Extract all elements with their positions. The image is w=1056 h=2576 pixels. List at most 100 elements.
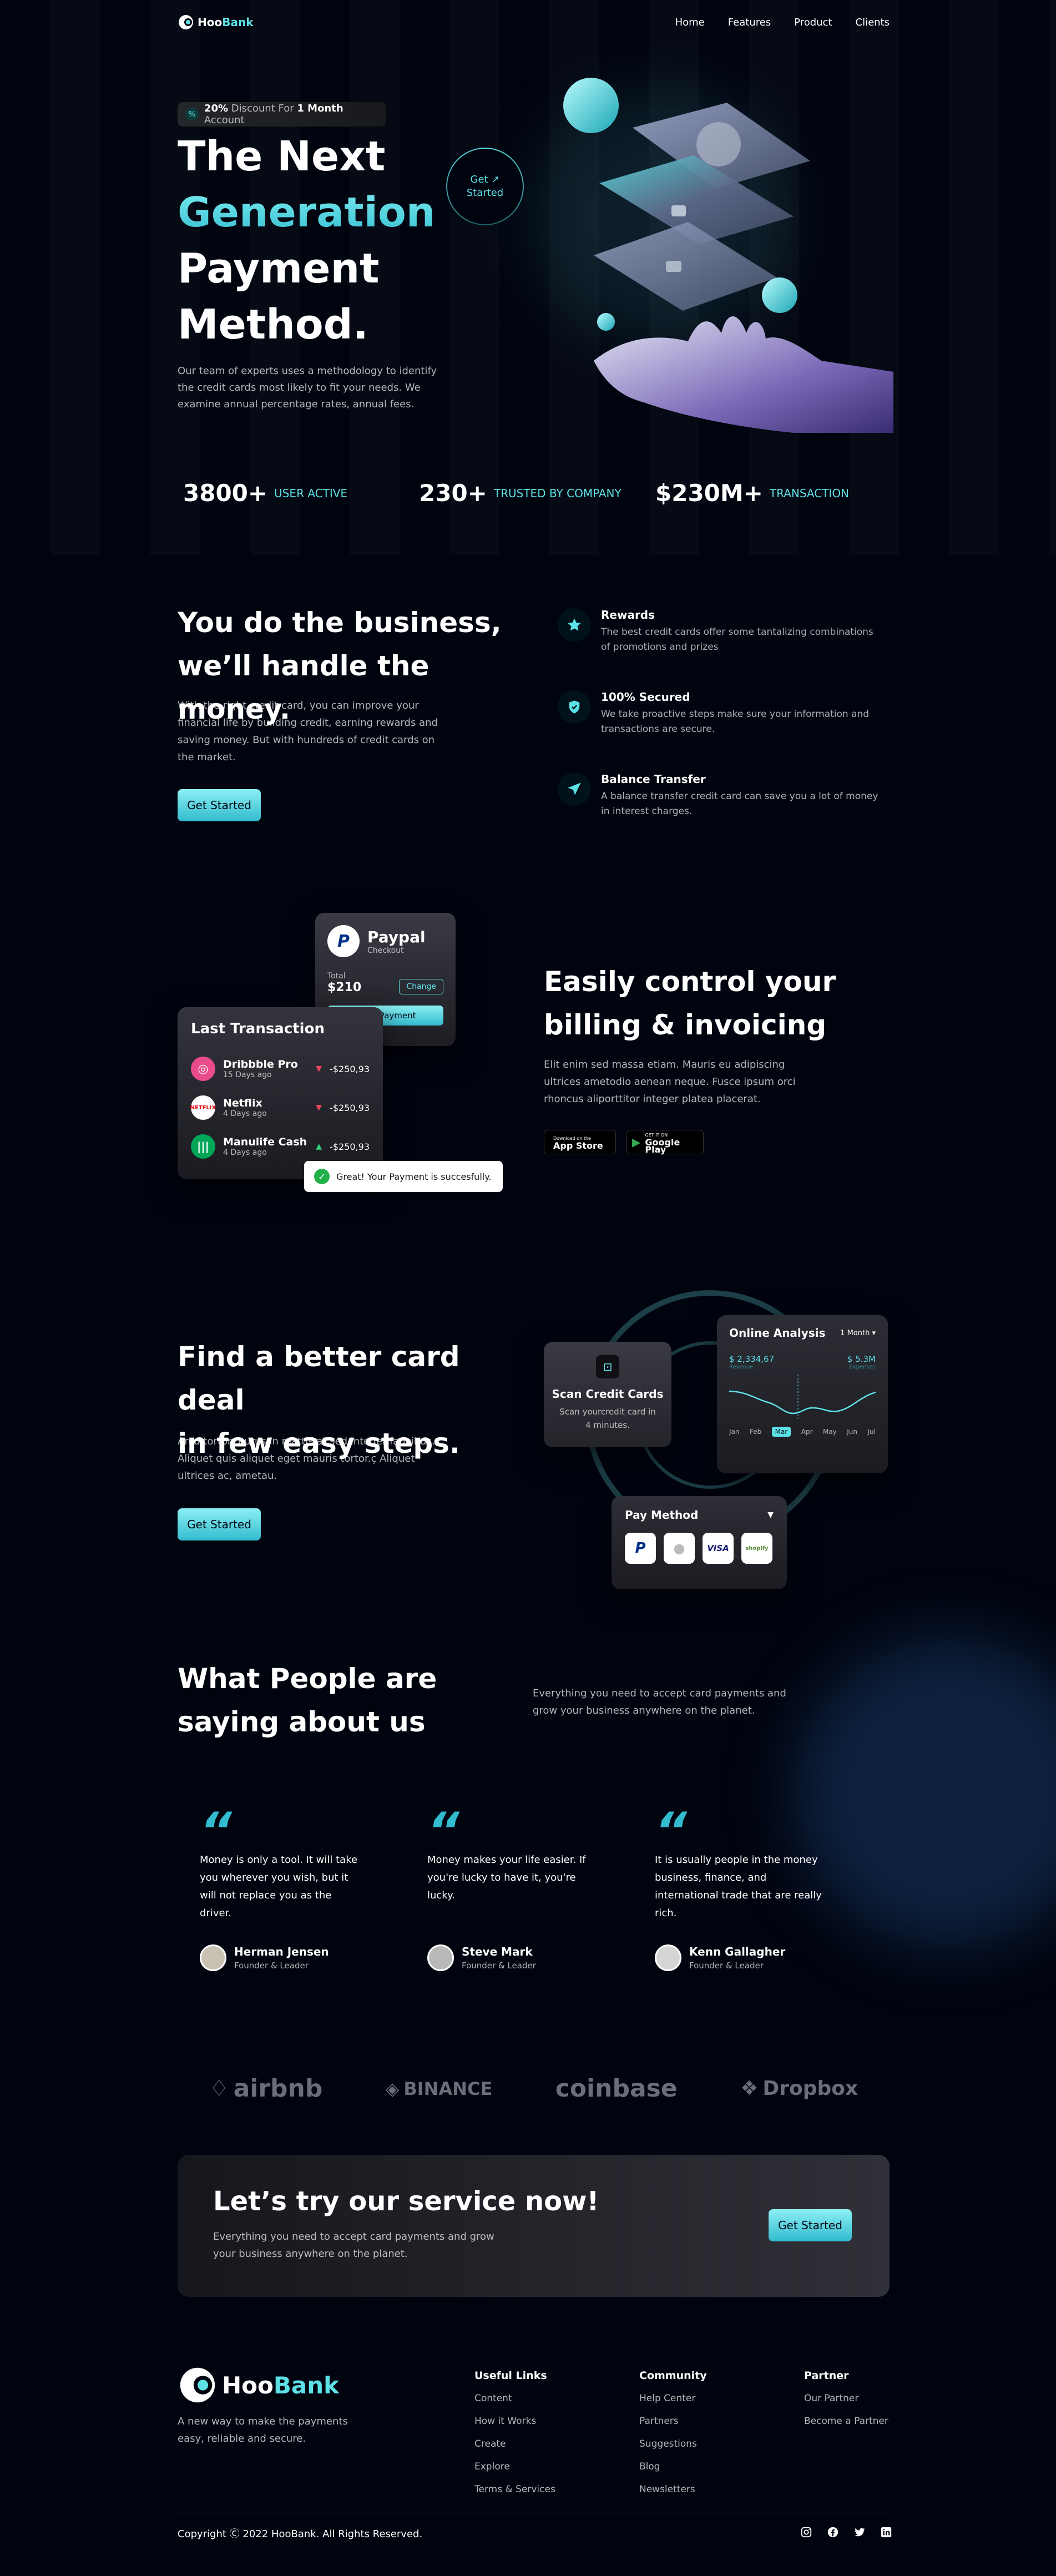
dropbox-icon: ❖ — [740, 2077, 759, 2100]
logo-text-hoo: Hoo — [198, 16, 223, 29]
hero-title-line4: Method. — [178, 301, 368, 348]
arrow-up-icon: ▲ — [316, 1142, 322, 1151]
footer-link[interactable]: Explore — [474, 2461, 555, 2472]
page: HooBank Home Features Product Clients % … — [0, 0, 1056, 2576]
hero-title: The Next Generation Payment Method. — [178, 129, 436, 353]
transaction-amount: -$250,93 — [330, 1141, 370, 1152]
period-select[interactable]: 1 Month ▾ — [840, 1329, 876, 1337]
discount-icon: % — [185, 108, 199, 121]
footer-link[interactable]: Create — [474, 2438, 555, 2449]
dropbox-label: Dropbox — [762, 2077, 858, 2100]
feature-balance-text: A balance transfer credit card can save … — [601, 791, 878, 817]
facebook-icon[interactable] — [826, 2525, 840, 2539]
footer-link[interactable]: Help Center — [639, 2393, 707, 2404]
avatar — [427, 1944, 454, 1971]
twitter-icon[interactable] — [852, 2525, 867, 2539]
caret-down-icon[interactable]: ▼ — [767, 1511, 774, 1519]
feature-rewards-title: Rewards — [601, 608, 655, 622]
month-label[interactable]: Feb — [750, 1427, 761, 1437]
analysis-title: Online Analysis — [729, 1326, 826, 1340]
testimonial-quote: Money is only a tool. It will take you w… — [200, 1854, 358, 1919]
month-label[interactable]: Jan — [729, 1427, 740, 1437]
sphere-small — [597, 313, 615, 331]
footer-link[interactable]: Terms & Services — [474, 2484, 555, 2495]
footer-link[interactable]: Newsletters — [639, 2484, 707, 2495]
steps-get-started-button[interactable]: Get Started — [178, 1508, 261, 1540]
card-bottom — [594, 222, 777, 311]
paypal-logo-icon: P — [327, 925, 360, 957]
hero-vertical-stripes — [0, 0, 1056, 555]
apple-pay-method-icon[interactable]: ● — [664, 1533, 695, 1564]
testimonials-title-line1: What People are — [178, 1663, 437, 1695]
visa-method-icon[interactable]: VISA — [703, 1533, 734, 1564]
business-get-started-button[interactable]: Get Started — [178, 789, 261, 821]
feature-balance-title: Balance Transfer — [601, 772, 706, 786]
revenue-value: $ 2,334,67 — [729, 1354, 775, 1364]
paypal-method-icon[interactable]: P — [625, 1533, 656, 1564]
testimonial-role: Founder & Leader — [462, 1961, 536, 1971]
month-label[interactable]: Mar — [771, 1427, 791, 1437]
dropbox-logo: ❖ Dropbox — [740, 2077, 858, 2100]
month-label[interactable]: May — [823, 1427, 837, 1437]
revenue-label: Revenue — [729, 1364, 754, 1370]
pay-method-card: Pay Method ▼ P ● VISA shopify — [612, 1496, 787, 1589]
feature-secured-title: 100% Secured — [601, 690, 690, 704]
hero-illustration — [563, 78, 893, 433]
avatar — [200, 1944, 226, 1971]
footer-link[interactable]: Content — [474, 2393, 555, 2404]
features-list: Rewards The best credit cards offer some … — [558, 608, 891, 855]
footer-col-title: Useful Links — [474, 2370, 547, 2382]
linkedin-icon[interactable] — [879, 2525, 893, 2539]
feature-rewards-text: The best credit cards offer some tantali… — [601, 627, 873, 653]
nav-clients[interactable]: Clients — [856, 17, 890, 28]
hero-get-started-button[interactable]: Get ↗ Started — [446, 148, 524, 225]
paypal-total-value: $210 — [327, 981, 362, 994]
paypal-title: Paypal — [367, 927, 426, 946]
google-play-big: Google Play — [645, 1137, 680, 1155]
cta-description: Everything you need to accept card payme… — [213, 2231, 494, 2260]
shopify-method-icon[interactable]: shopify — [741, 1533, 772, 1564]
social-icons — [799, 2525, 893, 2539]
testimonials-title: What People are saying about us — [178, 1657, 522, 1744]
month-label[interactable]: Jun — [847, 1427, 857, 1437]
footer-link[interactable]: Our Partner — [804, 2393, 888, 2404]
footer-link[interactable]: Partners — [639, 2416, 707, 2427]
arrow-down-icon: ▼ — [316, 1103, 322, 1112]
app-store-button[interactable]: Download on the App Store — [544, 1130, 616, 1154]
paypal-subtitle: Checkout — [367, 946, 404, 955]
footer-link[interactable]: Blog — [639, 2461, 707, 2472]
stat-companies-label: TRUSTED BY COMPANY — [493, 486, 622, 500]
month-label[interactable]: Jul — [867, 1427, 875, 1437]
transaction-row[interactable]: ||| Manulife Cash 4 Days ago ▲ -$250,93 — [191, 1127, 370, 1166]
transaction-row[interactable]: ◎ Dribbble Pro 15 Days ago ▼ -$250,93 — [191, 1049, 370, 1088]
footer-link[interactable]: Become a Partner — [804, 2416, 888, 2427]
shield-icon — [558, 690, 591, 724]
nav-home[interactable]: Home — [675, 17, 705, 28]
month-label[interactable]: Apr — [801, 1427, 813, 1437]
testimonials-title-line2: saying about us — [178, 1706, 426, 1738]
hero-title-line2: Generation — [178, 185, 436, 241]
logo[interactable]: HooBank — [178, 14, 254, 31]
footer-link[interactable]: Suggestions — [639, 2438, 707, 2449]
footer-logo[interactable]: HooBank — [178, 2365, 339, 2405]
analysis-line-chart — [729, 1375, 876, 1419]
business-title-line1: You do the business, — [178, 607, 502, 639]
transaction-name: Manulife Cash — [223, 1136, 307, 1148]
instagram-icon[interactable] — [799, 2525, 814, 2539]
google-play-button[interactable]: ▶ GET IT ON Google Play — [626, 1130, 704, 1154]
feature-secured-text: We take proactive steps make sure your i… — [601, 709, 870, 735]
app-store-big: App Store — [553, 1140, 603, 1151]
footer-col-title: Partner — [804, 2370, 849, 2382]
footer-link[interactable]: How it Works — [474, 2416, 555, 2427]
feature-balance: Balance Transfer A balance transfer credi… — [558, 772, 891, 855]
nav-product[interactable]: Product — [794, 17, 832, 28]
nav-features[interactable]: Features — [728, 17, 771, 28]
transaction-time: 15 Days ago — [223, 1070, 272, 1079]
quote-icon: “ — [427, 1802, 459, 1860]
cta-get-started-button[interactable]: Get Started — [769, 2209, 852, 2241]
stat-companies-value: 230+ — [419, 479, 487, 507]
paypal-change-button[interactable]: Change — [399, 979, 443, 994]
transaction-row[interactable]: NETFLIX Netflix 4 Days ago ▼ -$250,93 — [190, 1088, 370, 1127]
client-logos: ♢ airbnb ◈ BINANCE coinbase ❖ Dropbox — [178, 2074, 890, 2103]
logo-icon — [180, 2367, 215, 2403]
